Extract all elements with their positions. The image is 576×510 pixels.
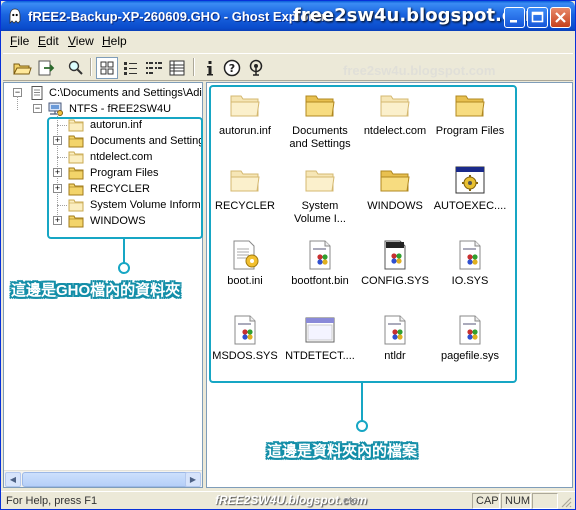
context-help-button[interactable] [245,57,267,79]
list-connector-line [361,383,363,421]
tree-connector-dot [118,262,130,274]
view-list-button[interactable] [143,57,165,79]
window-title: fREE2-Backup-XP-260609.GHO - Ghost Explo… [28,9,326,24]
view-details-button[interactable] [166,57,188,79]
maximize-icon [531,11,544,23]
small-icons-icon [124,62,137,75]
menu-view[interactable]: View [68,34,94,48]
menu-bar: File Edit View Help free2sw4u.blogspot.c… [1,31,575,78]
help-button[interactable]: ? [221,57,243,79]
close-icon [555,12,566,23]
list-connector-dot [356,420,368,432]
view-small-icons-button[interactable] [120,57,142,79]
tree-highlight-box [47,117,203,239]
open-folder-icon [13,63,32,75]
tree-connector-line [123,239,125,263]
title-bar[interactable]: fREE2-Backup-XP-260609.GHO - Ghost Explo… [1,1,575,31]
open-button[interactable] [11,57,33,79]
status-help-text: For Help, press F1 [6,495,98,507]
toolbar: ? [3,53,573,81]
list-view-icon [146,62,162,74]
help-icon: ? [223,59,241,77]
view-large-icons-button[interactable] [96,57,118,79]
scrollbar-thumb[interactable] [22,472,198,487]
status-empty-cell [532,493,558,509]
toolbar-separator [193,58,195,76]
maximize-button[interactable] [527,7,548,28]
tree-caption: 這邊是GHO檔內的資料夾 [11,282,181,299]
document-icon [31,86,43,100]
collapse-icon[interactable]: − [33,104,42,113]
menu-file[interactable]: File [10,34,29,48]
info-icon [207,61,213,76]
large-icons-icon [100,61,114,75]
menu-edit[interactable]: Edit [38,34,59,48]
minimize-icon [510,20,517,23]
tree-horizontal-scrollbar[interactable]: ◀ ▶ [4,470,202,487]
extract-icon [38,60,55,76]
network-drive-icon [48,102,63,116]
search-icon [68,60,83,75]
details-view-icon [169,60,185,76]
tree-volume-label: NTFS - fREE2SW4U [69,103,172,115]
ghost-app-icon [9,8,21,24]
tree-guide-line [17,96,18,110]
menu-help[interactable]: Help [102,34,127,48]
tree-root-path: C:\Documents and Settings\Adi [49,87,202,99]
scroll-left-arrow-icon[interactable]: ◀ [5,472,21,487]
caps-lock-indicator: CAP [472,493,500,509]
status-faint-text: ete [343,495,359,507]
find-button[interactable] [65,57,87,79]
close-button[interactable] [550,7,571,28]
num-lock-indicator: NUM [501,493,531,509]
scroll-right-arrow-icon[interactable]: ▶ [185,472,201,487]
antenna-icon [249,59,263,76]
minimize-button[interactable] [504,7,525,28]
status-bar: For Help, press F1 fREE2SW4U.blogspot.co… [1,491,575,509]
properties-button[interactable] [199,57,221,79]
svg-text:?: ? [229,62,235,75]
ghost-explorer-window: fREE2-Backup-XP-260609.GHO - Ghost Explo… [0,0,576,510]
extract-button[interactable] [35,57,57,79]
tree-root-row[interactable]: − C:\Documents and Settings\Adi [12,85,202,101]
resize-grip-icon[interactable] [559,495,572,508]
toolbar-separator [90,58,92,76]
list-caption: 這邊是資料夾內的檔案 [267,443,418,460]
list-highlight-box [209,85,517,383]
